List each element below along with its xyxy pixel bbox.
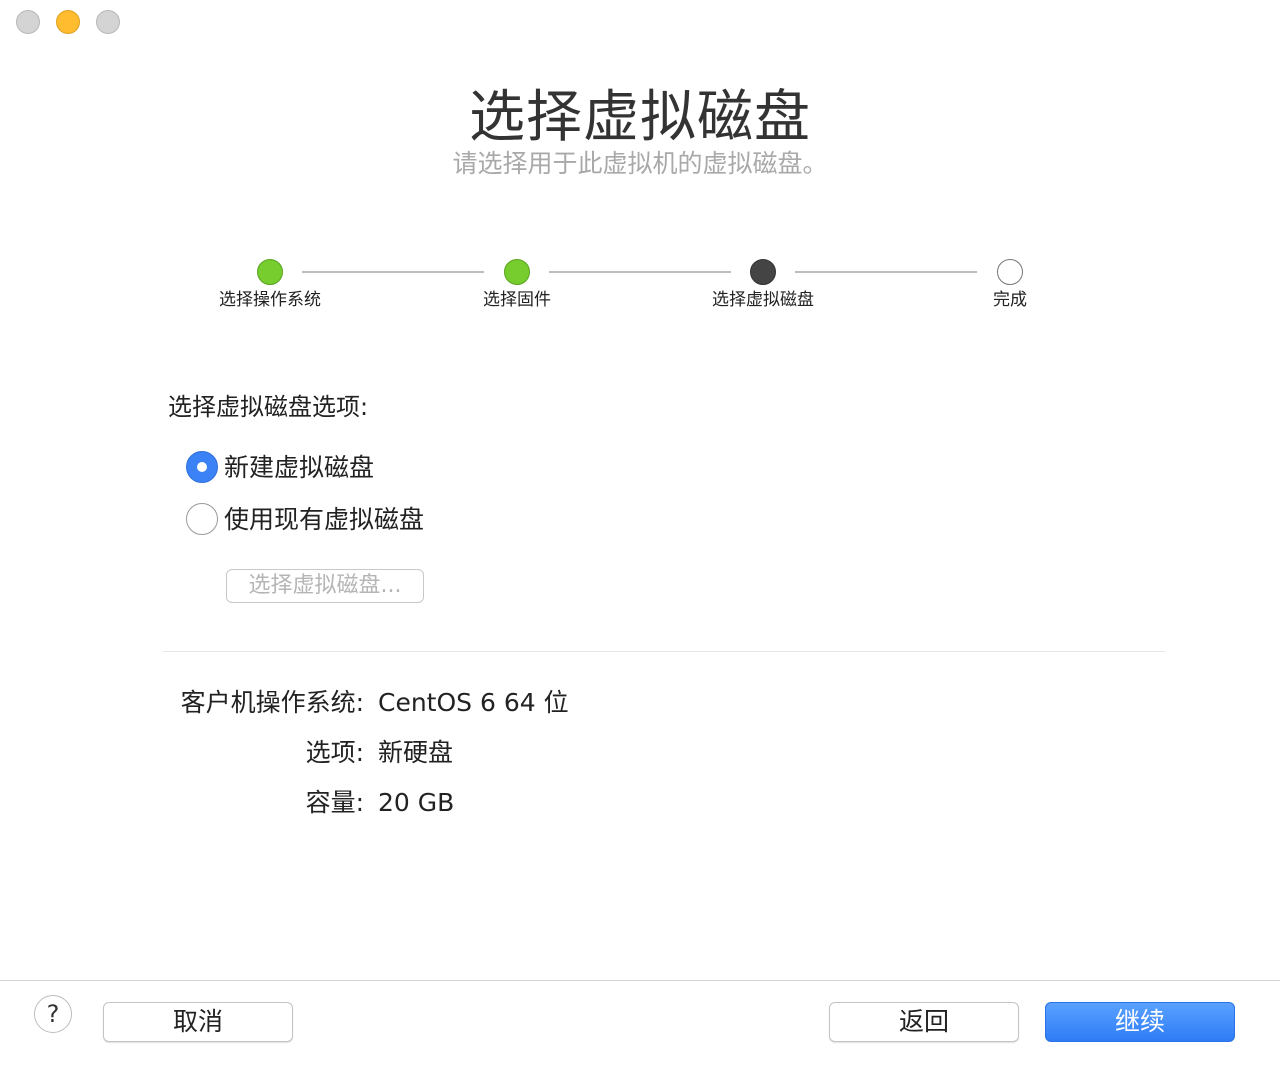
disk-options-heading: 选择虚拟磁盘选项: xyxy=(168,393,369,421)
step-indicator-finish xyxy=(997,259,1023,285)
page-subtitle: 请选择用于此虚拟机的虚拟磁盘。 xyxy=(452,149,828,178)
step-label-finish: 完成 xyxy=(993,290,1027,310)
continue-button[interactable]: 继续 xyxy=(1045,1002,1235,1042)
capacity-value: 20 GB xyxy=(378,788,455,817)
choose-disk-button[interactable]: 选择虚拟磁盘... xyxy=(226,569,424,603)
capacity-label: 容量: xyxy=(305,788,364,817)
step-indicator-os xyxy=(257,259,283,285)
vm-wizard-window: 选择虚拟磁盘 请选择用于此虚拟机的虚拟磁盘。 选择操作系统 选择固件 选择虚拟磁… xyxy=(0,0,1280,1066)
section-divider xyxy=(163,651,1165,652)
new-disk-radio[interactable] xyxy=(186,451,218,483)
step-label-os: 选择操作系统 xyxy=(219,290,321,310)
option-label: 选项: xyxy=(305,738,364,767)
step-connector xyxy=(302,271,484,273)
step-label-disk: 选择虚拟磁盘 xyxy=(712,290,814,310)
window-minimize-button[interactable] xyxy=(56,10,80,34)
existing-disk-radio[interactable] xyxy=(186,503,218,535)
cancel-button[interactable]: 取消 xyxy=(103,1002,293,1042)
help-button[interactable]: ? xyxy=(34,995,72,1033)
new-disk-radio-label[interactable]: 新建虚拟磁盘 xyxy=(224,451,374,485)
step-connector xyxy=(549,271,731,273)
existing-disk-radio-label[interactable]: 使用现有虚拟磁盘 xyxy=(224,503,424,537)
step-indicator-disk xyxy=(750,259,776,285)
option-value: 新硬盘 xyxy=(378,738,454,767)
step-indicator-firmware xyxy=(504,259,530,285)
window-zoom-button[interactable] xyxy=(96,10,120,34)
footer-divider xyxy=(0,980,1280,981)
back-button[interactable]: 返回 xyxy=(829,1002,1019,1042)
guest-os-label: 客户机操作系统: xyxy=(180,688,364,717)
step-label-firmware: 选择固件 xyxy=(483,290,551,310)
guest-os-value: CentOS 6 64 位 xyxy=(378,688,569,717)
window-close-button[interactable] xyxy=(16,10,40,34)
step-connector xyxy=(795,271,977,273)
